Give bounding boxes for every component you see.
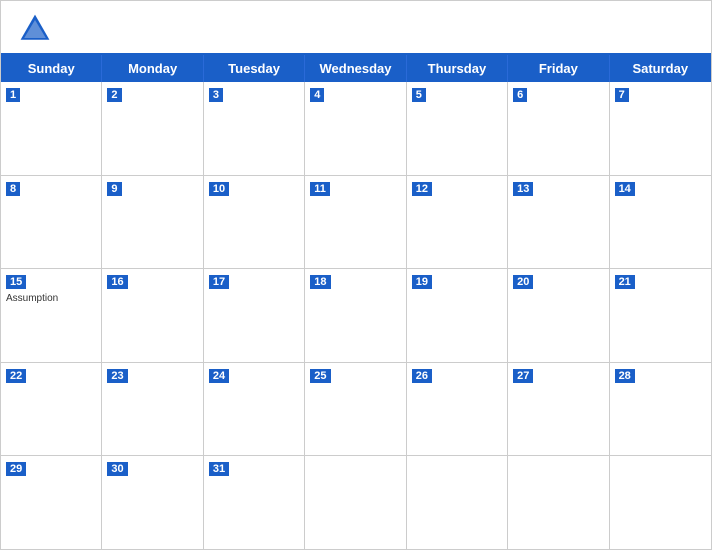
day-cell: 28 bbox=[610, 363, 711, 456]
day-number: 12 bbox=[412, 182, 432, 196]
day-number: 25 bbox=[310, 369, 330, 383]
day-number: 11 bbox=[310, 182, 330, 196]
day-number: 7 bbox=[615, 88, 629, 102]
day-cell: 24 bbox=[204, 363, 305, 456]
day-number: 8 bbox=[6, 182, 20, 196]
day-number: 28 bbox=[615, 369, 635, 383]
day-cell: 10 bbox=[204, 176, 305, 269]
day-header-saturday: Saturday bbox=[610, 55, 711, 82]
day-number: 17 bbox=[209, 275, 229, 289]
day-cell: 22 bbox=[1, 363, 102, 456]
calendar: SundayMondayTuesdayWednesdayThursdayFrid… bbox=[0, 0, 712, 550]
day-number: 19 bbox=[412, 275, 432, 289]
day-cell: 16 bbox=[102, 269, 203, 362]
day-number: 29 bbox=[6, 462, 26, 476]
day-cell: 6 bbox=[508, 82, 609, 175]
day-cell: 31 bbox=[204, 456, 305, 549]
day-cell: 1 bbox=[1, 82, 102, 175]
day-header-monday: Monday bbox=[102, 55, 203, 82]
day-number: 5 bbox=[412, 88, 426, 102]
day-number: 16 bbox=[107, 275, 127, 289]
day-number: 23 bbox=[107, 369, 127, 383]
week-row-2: 8 9 10 11 12 13 14 bbox=[1, 176, 711, 270]
day-number: 6 bbox=[513, 88, 527, 102]
day-cell: 25 bbox=[305, 363, 406, 456]
day-cell: 15 Assumption bbox=[1, 269, 102, 362]
weeks-container: 123456789101112131415Assumption161718192… bbox=[1, 82, 711, 549]
day-cell: 14 bbox=[610, 176, 711, 269]
week-row-4: 22 23 24 25 26 27 28 bbox=[1, 363, 711, 457]
day-cell: 13 bbox=[508, 176, 609, 269]
day-number: 1 bbox=[6, 88, 20, 102]
day-cell: 27 bbox=[508, 363, 609, 456]
day-number: 15 bbox=[6, 275, 26, 289]
day-cell: 20 bbox=[508, 269, 609, 362]
day-cell: 19 bbox=[407, 269, 508, 362]
day-cell bbox=[305, 456, 406, 549]
day-cell: 9 bbox=[102, 176, 203, 269]
day-cell: 7 bbox=[610, 82, 711, 175]
day-header-sunday: Sunday bbox=[1, 55, 102, 82]
logo bbox=[17, 11, 57, 47]
day-cell: 4 bbox=[305, 82, 406, 175]
day-cell: 23 bbox=[102, 363, 203, 456]
day-header-wednesday: Wednesday bbox=[305, 55, 406, 82]
day-number: 9 bbox=[107, 182, 121, 196]
day-header-tuesday: Tuesday bbox=[204, 55, 305, 82]
day-headers: SundayMondayTuesdayWednesdayThursdayFrid… bbox=[1, 55, 711, 82]
day-number: 26 bbox=[412, 369, 432, 383]
day-number: 21 bbox=[615, 275, 635, 289]
day-cell: 3 bbox=[204, 82, 305, 175]
week-row-3: 15 Assumption 16 17 18 19 20 21 bbox=[1, 269, 711, 363]
day-number: 2 bbox=[107, 88, 121, 102]
day-number: 27 bbox=[513, 369, 533, 383]
day-cell: 21 bbox=[610, 269, 711, 362]
logo-icon bbox=[17, 11, 53, 47]
day-number: 13 bbox=[513, 182, 533, 196]
day-cell bbox=[508, 456, 609, 549]
day-cell: 2 bbox=[102, 82, 203, 175]
day-cell: 8 bbox=[1, 176, 102, 269]
day-number: 20 bbox=[513, 275, 533, 289]
day-cell: 5 bbox=[407, 82, 508, 175]
day-number: 14 bbox=[615, 182, 635, 196]
day-header-thursday: Thursday bbox=[407, 55, 508, 82]
day-number: 10 bbox=[209, 182, 229, 196]
day-cell: 30 bbox=[102, 456, 203, 549]
day-number: 4 bbox=[310, 88, 324, 102]
day-cell: 17 bbox=[204, 269, 305, 362]
week-row-1: 1 2 3 4 5 6 7 bbox=[1, 82, 711, 176]
calendar-header bbox=[1, 1, 711, 53]
day-number: 22 bbox=[6, 369, 26, 383]
day-cell bbox=[407, 456, 508, 549]
week-row-5: 29 30 31 bbox=[1, 456, 711, 549]
day-cell: 12 bbox=[407, 176, 508, 269]
day-number: 31 bbox=[209, 462, 229, 476]
day-cell: 11 bbox=[305, 176, 406, 269]
day-number: 3 bbox=[209, 88, 223, 102]
holiday-label: Assumption bbox=[6, 293, 96, 304]
day-cell bbox=[610, 456, 711, 549]
day-number: 24 bbox=[209, 369, 229, 383]
day-cell: 26 bbox=[407, 363, 508, 456]
day-number: 30 bbox=[107, 462, 127, 476]
day-number: 18 bbox=[310, 275, 330, 289]
calendar-grid: SundayMondayTuesdayWednesdayThursdayFrid… bbox=[1, 53, 711, 549]
day-cell: 29 bbox=[1, 456, 102, 549]
day-cell: 18 bbox=[305, 269, 406, 362]
day-header-friday: Friday bbox=[508, 55, 609, 82]
